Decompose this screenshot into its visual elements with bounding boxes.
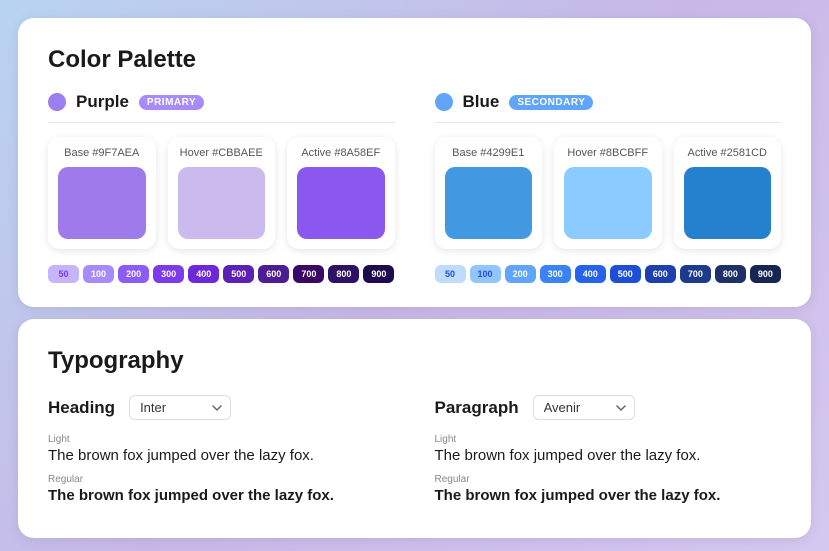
shade-50: 50 [48,265,79,283]
color-palette-title: Color Palette [48,46,781,74]
blue-name: Blue [463,92,500,112]
sample-text-light: The brown fox jumped over the lazy fox. [48,447,395,464]
weight-label: Regular [435,474,782,485]
typography-columns: Heading Inter Roboto Open Sans Light The… [48,395,781,514]
shade-50: 50 [435,265,466,283]
shade-500: 500 [610,265,641,283]
heading-header: Heading Inter Roboto Open Sans [48,395,395,420]
palette-columns: Purple PRIMARY Base #9F7AEA Hover #CBBAE… [48,92,781,283]
purple-header: Purple PRIMARY [48,92,395,123]
swatch-card: Active #8A58EF [287,137,395,249]
shade-400: 400 [575,265,606,283]
swatch-box-blue-active [684,167,772,239]
shade-900: 900 [363,265,394,283]
purple-swatches: Base #9F7AEA Hover #CBBAEE Active #8A58E… [48,137,395,249]
typography-section: Typography Heading Inter Roboto Open San… [18,319,811,538]
paragraph-font-select[interactable]: Avenir Roboto Open Sans [533,395,635,420]
swatch-box-purple-base [58,167,146,239]
heading-light-sample: Light The brown fox jumped over the lazy… [48,434,395,464]
swatch-box-purple-hover [178,167,266,239]
shade-400: 400 [188,265,219,283]
color-palette-section: Color Palette Purple PRIMARY Base #9F7AE… [18,18,811,307]
blue-dot [435,93,453,111]
shade-600: 600 [645,265,676,283]
weight-label: Light [48,434,395,445]
shade-200: 200 [118,265,149,283]
paragraph-column: Paragraph Avenir Roboto Open Sans Light … [435,395,782,514]
paragraph-regular-sample: Regular The brown fox jumped over the la… [435,474,782,504]
weight-label: Light [435,434,782,445]
swatch-label: Active #8A58EF [297,147,385,159]
shade-100: 100 [83,265,114,283]
sample-text-regular: The brown fox jumped over the lazy fox. [48,487,395,504]
purple-shade-row: 50 100 200 300 400 500 600 700 800 900 [48,265,395,283]
blue-swatches: Base #4299E1 Hover #8BCBFF Active #2581C… [435,137,782,249]
swatch-label: Hover #8BCBFF [564,147,652,159]
paragraph-label: Paragraph [435,398,519,418]
shade-100: 100 [470,265,501,283]
weight-label: Regular [48,474,395,485]
swatch-label: Hover #CBBAEE [178,147,266,159]
sample-text-regular: The brown fox jumped over the lazy fox. [435,487,782,504]
shade-300: 300 [540,265,571,283]
shade-800: 800 [715,265,746,283]
heading-column: Heading Inter Roboto Open Sans Light The… [48,395,395,514]
shade-700: 700 [680,265,711,283]
swatch-box-purple-active [297,167,385,239]
swatch-card: Base #9F7AEA [48,137,156,249]
heading-font-select[interactable]: Inter Roboto Open Sans [129,395,231,420]
swatch-card: Hover #CBBAEE [168,137,276,249]
shade-300: 300 [153,265,184,283]
paragraph-light-sample: Light The brown fox jumped over the lazy… [435,434,782,464]
swatch-label: Base #4299E1 [445,147,533,159]
heading-regular-sample: Regular The brown fox jumped over the la… [48,474,395,504]
swatch-box-blue-base [445,167,533,239]
shade-500: 500 [223,265,254,283]
swatch-label: Base #9F7AEA [58,147,146,159]
purple-badge: PRIMARY [139,95,204,110]
purple-column: Purple PRIMARY Base #9F7AEA Hover #CBBAE… [48,92,395,283]
blue-column: Blue SECONDARY Base #4299E1 Hover #8BCBF… [435,92,782,283]
paragraph-header: Paragraph Avenir Roboto Open Sans [435,395,782,420]
shade-600: 600 [258,265,289,283]
blue-shade-row: 50 100 200 300 400 500 600 700 800 900 [435,265,782,283]
swatch-card: Active #2581CD [674,137,782,249]
swatch-card: Base #4299E1 [435,137,543,249]
purple-dot [48,93,66,111]
blue-header: Blue SECONDARY [435,92,782,123]
blue-badge: SECONDARY [509,95,593,110]
shade-700: 700 [293,265,324,283]
swatch-card: Hover #8BCBFF [554,137,662,249]
shade-800: 800 [328,265,359,283]
shade-900: 900 [750,265,781,283]
purple-name: Purple [76,92,129,112]
typography-title: Typography [48,347,781,375]
swatch-label: Active #2581CD [684,147,772,159]
swatch-box-blue-hover [564,167,652,239]
main-container: Color Palette Purple PRIMARY Base #9F7AE… [0,18,829,551]
heading-label: Heading [48,398,115,418]
shade-200: 200 [505,265,536,283]
sample-text-light: The brown fox jumped over the lazy fox. [435,447,782,464]
